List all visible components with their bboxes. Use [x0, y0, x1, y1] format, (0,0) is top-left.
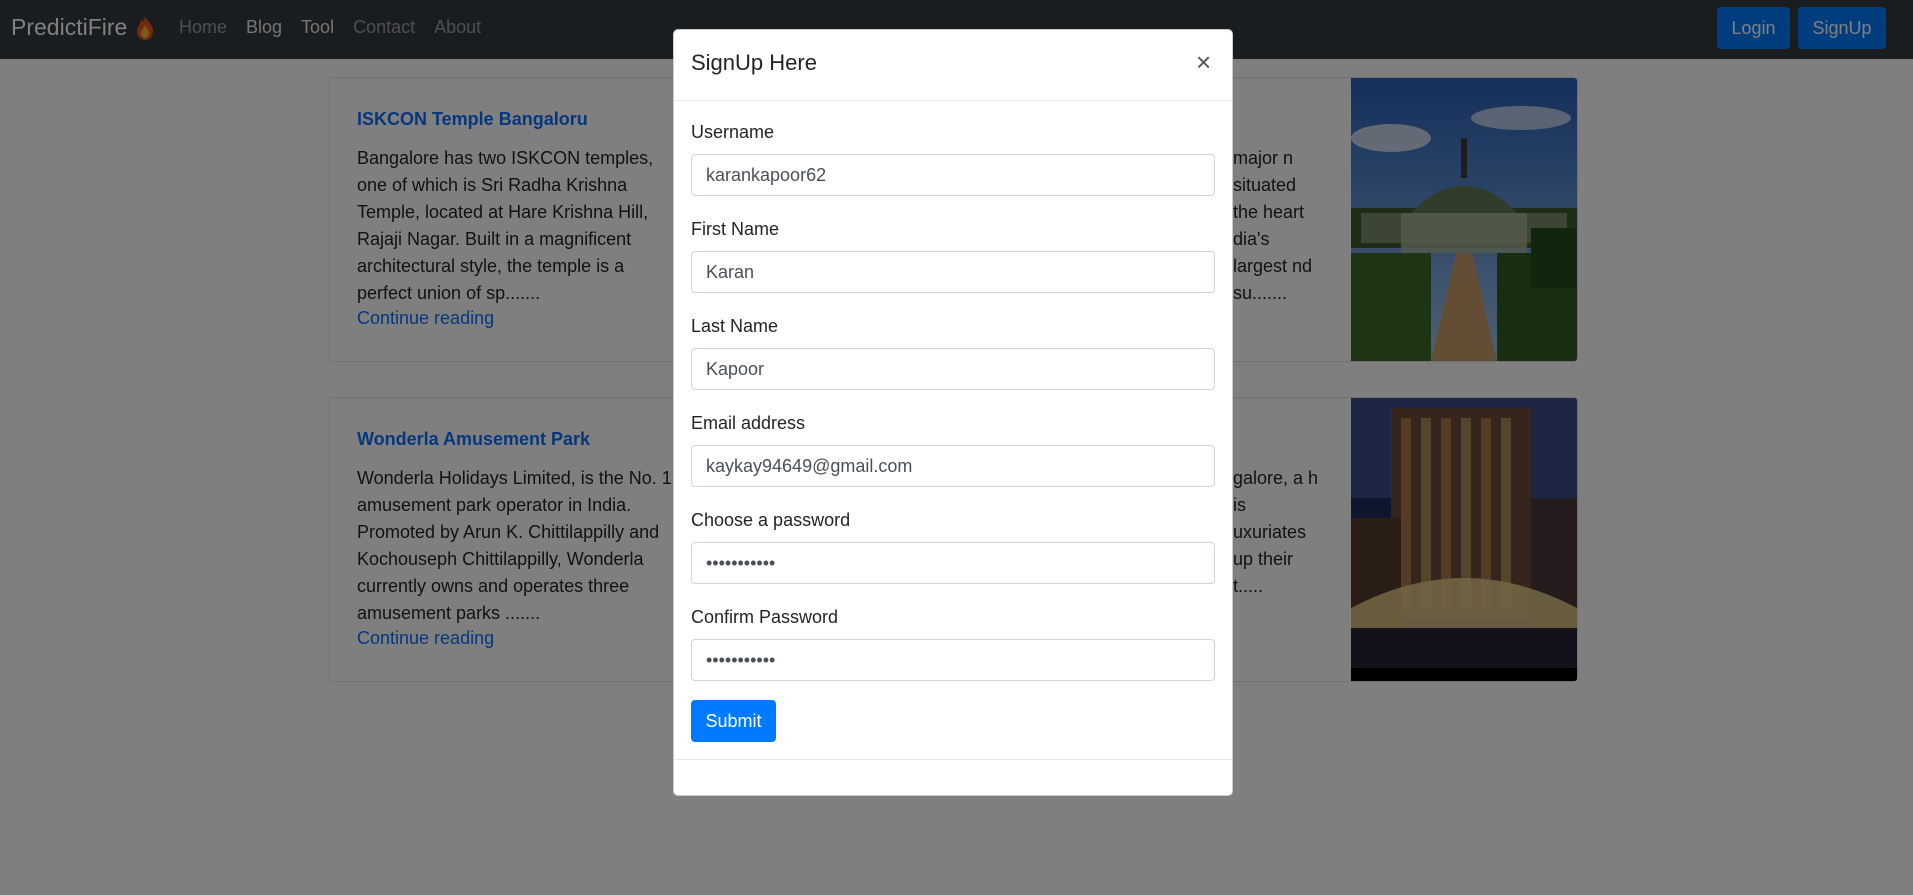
username-label: Username — [691, 122, 775, 142]
password-input[interactable] — [691, 542, 1215, 584]
modal-footer — [674, 759, 1232, 760]
last-name-label: Last Name — [691, 316, 779, 336]
last-name-input[interactable] — [691, 348, 1215, 390]
submit-button[interactable]: Submit — [691, 700, 776, 742]
modal-header: SignUp Here × — [674, 30, 1232, 101]
confirm-password-label: Confirm Password — [691, 607, 839, 627]
modal-title: SignUp Here — [691, 50, 817, 75]
first-name-label: First Name — [691, 219, 780, 239]
password-label: Choose a password — [691, 510, 851, 530]
username-input[interactable] — [691, 154, 1215, 196]
email-input[interactable] — [691, 445, 1215, 487]
email-label: Email address — [691, 413, 806, 433]
close-icon[interactable]: × — [1196, 48, 1211, 76]
first-name-input[interactable] — [691, 251, 1215, 293]
signup-modal: SignUp Here × Username First Name Last N… — [673, 29, 1233, 796]
confirm-password-input[interactable] — [691, 639, 1215, 681]
